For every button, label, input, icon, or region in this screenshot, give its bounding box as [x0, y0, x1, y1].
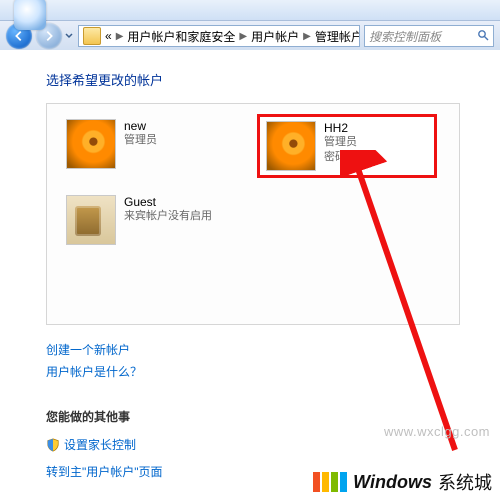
flag-stripe	[331, 472, 338, 492]
folder-icon	[83, 27, 101, 45]
account-tile-guest[interactable]: Guest 来宾帐户没有启用	[59, 190, 239, 250]
account-tile-new[interactable]: new 管理员	[59, 114, 239, 178]
app-icon	[14, 0, 46, 30]
navigation-bar: « ▶ 用户帐户和家庭安全 ▶ 用户帐户 ▶ 管理帐户 搜索控制面板	[0, 21, 500, 52]
flag-stripe	[322, 472, 329, 492]
parental-controls-link[interactable]: 设置家长控制	[64, 436, 136, 453]
breadcrumb-separator: ▶	[303, 31, 311, 42]
flag-stripe	[313, 472, 320, 492]
account-name: Guest	[124, 195, 212, 209]
account-role: 管理员	[124, 133, 157, 148]
account-avatar	[266, 121, 316, 171]
create-account-link[interactable]: 创建一个新帐户	[46, 341, 460, 358]
account-password-status: 密码保护	[324, 150, 368, 165]
account-tile-hh2[interactable]: HH2 管理员 密码保护	[257, 114, 437, 178]
breadcrumb-separator: ▶	[116, 31, 124, 42]
search-icon	[477, 29, 489, 44]
account-status: 来宾帐户没有启用	[124, 209, 212, 224]
breadcrumb-item[interactable]: 用户帐户	[251, 28, 299, 45]
search-input[interactable]: 搜索控制面板	[364, 25, 494, 47]
page-heading: 选择希望更改的帐户	[46, 70, 460, 89]
watermark-text: www.wxclgg.com	[384, 424, 490, 439]
brand-flag-icon	[313, 472, 347, 492]
account-avatar	[66, 195, 116, 245]
what-is-account-link[interactable]: 用户帐户是什么？	[46, 363, 460, 380]
task-links: 创建一个新帐户 用户帐户是什么？	[46, 341, 460, 380]
content-area: 选择希望更改的帐户 new 管理员 HH2	[0, 50, 500, 501]
brand-badge: Windows 系统城	[313, 469, 492, 495]
accounts-panel: new 管理员 HH2 管理员 密码保护	[46, 103, 460, 325]
breadcrumb-item[interactable]: 管理帐户	[315, 28, 360, 45]
account-avatar	[66, 119, 116, 169]
breadcrumb-separator: ▶	[239, 31, 247, 42]
breadcrumb-prefix: «	[105, 29, 112, 43]
search-placeholder: 搜索控制面板	[369, 28, 441, 45]
other-tasks-heading: 您能做的其他事	[46, 408, 460, 425]
account-role: 管理员	[324, 135, 368, 150]
brand-suffix: 系统城	[438, 469, 492, 495]
flag-stripe	[340, 472, 347, 492]
breadcrumb-item[interactable]: 用户帐户和家庭安全	[127, 28, 235, 45]
shield-icon	[46, 438, 60, 452]
address-bar[interactable]: « ▶ 用户帐户和家庭安全 ▶ 用户帐户 ▶ 管理帐户	[78, 25, 360, 47]
account-name: new	[124, 119, 157, 133]
window-titlebar	[0, 0, 500, 21]
nav-history-dropdown[interactable]	[64, 23, 74, 49]
account-name: HH2	[324, 121, 368, 135]
brand-text: Windows	[353, 472, 432, 493]
